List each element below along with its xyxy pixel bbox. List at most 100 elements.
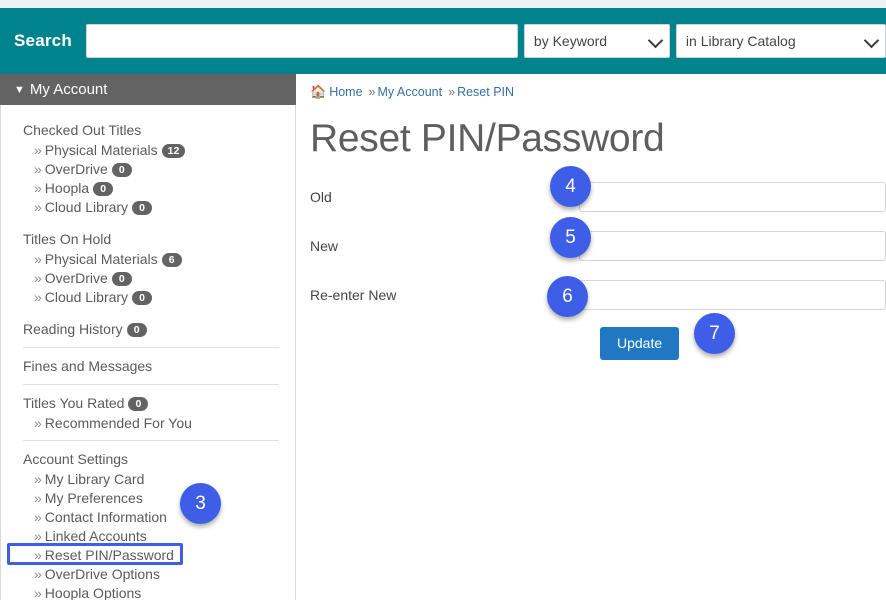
chevron-right-icon: »	[34, 490, 42, 506]
search-bar: Search by Keyword in Library Catalog	[0, 8, 886, 74]
chevron-right-icon: »	[34, 180, 42, 196]
sidebar-item-label: Cloud Library	[44, 289, 129, 305]
sidebar-item-label: Physical Materials	[44, 251, 158, 267]
count-badge: 0	[128, 397, 149, 411]
sidebar-header[interactable]: ▼ My Account	[0, 74, 296, 105]
sidebar-item-reading-history[interactable]: Reading History 0	[23, 318, 279, 340]
sidebar-item-reset-pin-password[interactable]: » Reset PIN/Password	[7, 543, 279, 565]
search-input[interactable]	[85, 24, 518, 58]
sidebar-item-cloud-library[interactable]: » Cloud Library 0	[23, 198, 279, 217]
sidebar-item-hoopla-options[interactable]: » Hoopla Options	[23, 584, 279, 600]
search-source-select-wrap: in Library Catalog	[675, 24, 886, 58]
count-badge: 0	[132, 291, 153, 305]
sidebar-item-label: Reset PIN/Password	[44, 547, 174, 563]
triangle-down-icon: ▼	[14, 84, 25, 96]
count-badge: 0	[111, 272, 132, 286]
update-button[interactable]: Update	[600, 327, 680, 360]
home-icon: 🏠	[310, 84, 327, 99]
chevron-right-icon: »	[34, 161, 42, 177]
breadcrumb-current: Reset PIN	[457, 85, 515, 99]
sidebar-item-my-library-card[interactable]: » My Library Card	[23, 470, 279, 489]
chevron-right-icon: »	[34, 528, 42, 544]
sidebar-item-my-preferences[interactable]: » My Preferences	[23, 489, 279, 508]
sidebar-group-on-hold: Titles On Hold » Physical Materials 6 » Ove…	[23, 228, 279, 307]
sidebar-group-fines: Fines and Messages	[23, 347, 279, 377]
form-actions: Update	[310, 327, 886, 360]
sidebar-item-label: OverDrive	[44, 161, 108, 177]
sidebar: ▼ My Account Checked Out Titles » Physical…	[0, 74, 296, 600]
sidebar-item-linked-accounts[interactable]: » Linked Accounts	[23, 527, 279, 546]
sidebar-item-hoopla[interactable]: » Hoopla 0	[23, 179, 279, 198]
count-badge: 0	[126, 323, 147, 337]
sidebar-group-rated: Titles You Rated 0 » Recommended For You	[23, 384, 279, 433]
sidebar-group-account-settings: Account Settings » My Library Card » My Pr…	[7, 440, 279, 600]
sidebar-item-fines-and-messages[interactable]: Fines and Messages	[23, 355, 279, 377]
chevron-right-icon: »	[34, 509, 42, 525]
chevron-right-icon: »	[34, 142, 42, 158]
new-pin-label: New	[310, 238, 339, 254]
callout-6: 6	[547, 276, 588, 317]
form-row-reenter: Re-enter New	[310, 278, 886, 312]
sidebar-item-titles-on-hold[interactable]: Titles On Hold	[23, 228, 279, 250]
sidebar-item-label: Recommended For You	[44, 415, 192, 431]
sidebar-item-label: Physical Materials	[44, 142, 158, 158]
sidebar-item-label: Contact Information	[44, 509, 167, 525]
sidebar-item-label: OverDrive	[44, 270, 108, 286]
chevron-right-icon: »	[34, 415, 42, 431]
sidebar-item-hold-cloud-library[interactable]: » Cloud Library 0	[23, 288, 279, 307]
sidebar-item-label: OverDrive Options	[44, 566, 160, 582]
callout-4: 4	[550, 166, 591, 207]
main-content: 🏠 Home» My Account» Reset PIN Reset PIN/Pas…	[310, 74, 886, 360]
breadcrumb-my-account[interactable]: My Account	[377, 85, 442, 99]
sidebar-group-checked-out: Checked Out Titles » Physical Materials 12…	[23, 119, 279, 217]
sidebar-body: Checked Out Titles » Physical Materials 12…	[0, 105, 296, 600]
chevron-right-icon: »	[34, 289, 42, 305]
old-pin-input[interactable]	[578, 182, 886, 212]
page-title: Reset PIN/Password	[310, 117, 665, 160]
breadcrumb-home[interactable]: Home	[329, 85, 362, 99]
count-badge: 6	[161, 253, 182, 267]
sidebar-item-label: Hoopla	[44, 180, 90, 196]
sidebar-item-titles-you-rated[interactable]: Titles You Rated 0	[23, 392, 279, 414]
sidebar-item-label: Titles You Rated	[23, 395, 125, 411]
page-root: Search by Keyword in Library Catalog ▼ My…	[0, 0, 886, 600]
sidebar-item-label: My Library Card	[44, 471, 145, 487]
sidebar-item-account-settings[interactable]: Account Settings	[23, 448, 279, 470]
sidebar-item-overdrive-options[interactable]: » OverDrive Options	[23, 565, 279, 584]
reenter-pin-label: Re-enter New	[310, 287, 397, 303]
sidebar-group-reading-history: Reading History 0	[23, 318, 279, 340]
callout-3: 3	[180, 483, 221, 524]
count-badge: 12	[161, 144, 186, 158]
form-row-new: New	[310, 229, 886, 263]
search-type-select-wrap: by Keyword	[523, 24, 670, 58]
breadcrumb-separator: »	[368, 85, 376, 99]
callout-7: 7	[694, 313, 735, 354]
sidebar-item-recommended-for-you[interactable]: » Recommended For You	[23, 414, 279, 433]
chevron-right-icon: »	[34, 251, 42, 267]
sidebar-item-checked-out-titles[interactable]: Checked Out Titles	[23, 119, 279, 141]
sidebar-item-contact-information[interactable]: » Contact Information	[23, 508, 279, 527]
chevron-right-icon: »	[34, 585, 42, 600]
sidebar-item-label: My Preferences	[44, 490, 143, 506]
reset-pin-form: Old New Re-enter New Update	[310, 180, 886, 360]
search-type-select[interactable]: by Keyword	[523, 24, 670, 58]
new-pin-input[interactable]	[578, 231, 886, 261]
count-badge: 0	[132, 201, 153, 215]
search-label: Search	[14, 31, 72, 50]
sidebar-item-hold-overdrive[interactable]: » OverDrive 0	[23, 269, 279, 288]
chevron-right-icon: »	[34, 471, 42, 487]
sidebar-item-label: Linked Accounts	[44, 528, 147, 544]
search-source-select[interactable]: in Library Catalog	[675, 24, 886, 58]
sidebar-item-overdrive[interactable]: » OverDrive 0	[23, 160, 279, 179]
reenter-pin-input[interactable]	[578, 280, 886, 310]
sidebar-item-label: Hoopla Options	[44, 585, 142, 600]
callout-5: 5	[550, 217, 591, 258]
form-row-old: Old	[310, 180, 886, 214]
sidebar-item-hold-physical-materials[interactable]: » Physical Materials 6	[23, 250, 279, 269]
sidebar-header-label: My Account	[29, 81, 108, 98]
sidebar-item-physical-materials[interactable]: » Physical Materials 12	[23, 141, 279, 160]
sidebar-item-label: Cloud Library	[44, 199, 129, 215]
old-pin-label: Old	[310, 189, 332, 205]
